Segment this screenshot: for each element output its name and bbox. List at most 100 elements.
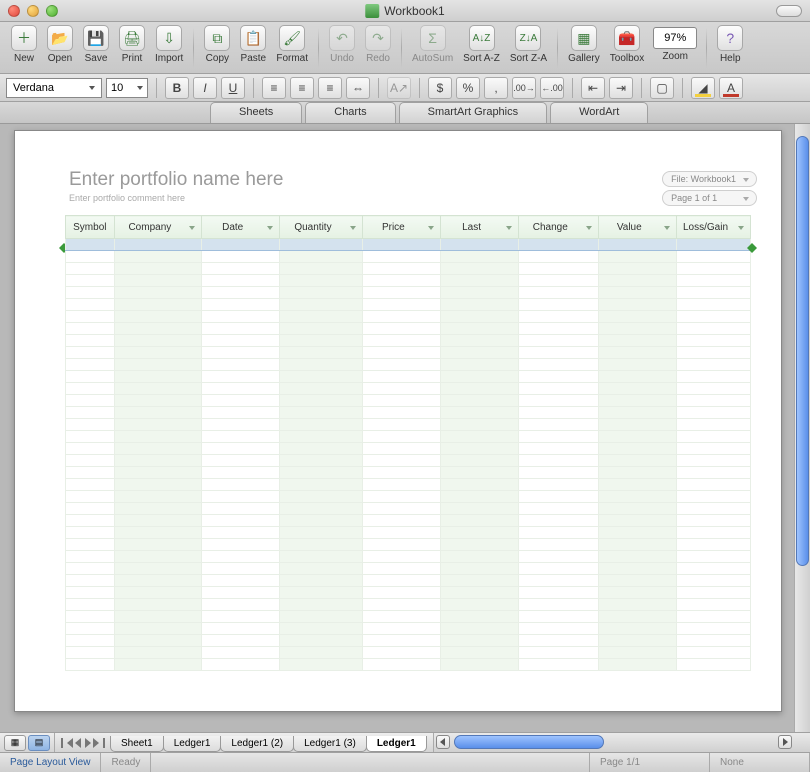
page-layout-view-button[interactable]: ▤ bbox=[28, 735, 50, 751]
cell[interactable] bbox=[441, 395, 519, 407]
copy-button[interactable]: ⧉Copy bbox=[199, 25, 235, 64]
align-center-button[interactable]: ≡ bbox=[290, 77, 314, 99]
toolbox-button[interactable]: 🧰Toolbox bbox=[605, 25, 649, 64]
table-row[interactable] bbox=[66, 479, 751, 491]
row-selection-handle-bottom[interactable] bbox=[747, 243, 757, 253]
cell[interactable] bbox=[677, 539, 751, 551]
cell[interactable] bbox=[280, 383, 362, 395]
cell[interactable] bbox=[362, 551, 440, 563]
cell[interactable] bbox=[598, 659, 677, 671]
cell[interactable] bbox=[66, 467, 115, 479]
cell[interactable] bbox=[441, 551, 519, 563]
cell[interactable] bbox=[280, 407, 362, 419]
cell[interactable] bbox=[202, 587, 280, 599]
cell[interactable] bbox=[519, 431, 598, 443]
table-row[interactable] bbox=[66, 347, 751, 359]
cell[interactable] bbox=[441, 503, 519, 515]
cell[interactable] bbox=[519, 551, 598, 563]
cell[interactable] bbox=[519, 539, 598, 551]
sheet-tab[interactable]: Ledger1 bbox=[366, 736, 427, 752]
cell[interactable] bbox=[114, 599, 201, 611]
cell[interactable] bbox=[598, 503, 677, 515]
cell[interactable] bbox=[441, 323, 519, 335]
table-row[interactable] bbox=[66, 311, 751, 323]
increase-indent-button[interactable]: ⇥ bbox=[609, 77, 633, 99]
cell[interactable] bbox=[519, 239, 598, 251]
cell[interactable] bbox=[519, 575, 598, 587]
sheet-tab[interactable]: Sheet1 bbox=[110, 736, 164, 752]
ribbon-tab-charts[interactable]: Charts bbox=[305, 102, 395, 123]
cell[interactable] bbox=[202, 503, 280, 515]
gallery-button[interactable]: ▦Gallery bbox=[563, 25, 605, 64]
cell[interactable] bbox=[519, 623, 598, 635]
cell[interactable] bbox=[519, 251, 598, 263]
cell[interactable] bbox=[519, 635, 598, 647]
cell[interactable] bbox=[441, 611, 519, 623]
cell[interactable] bbox=[66, 587, 115, 599]
cell[interactable] bbox=[598, 611, 677, 623]
cell[interactable] bbox=[362, 263, 440, 275]
cell[interactable] bbox=[677, 383, 751, 395]
cell[interactable] bbox=[202, 383, 280, 395]
cell[interactable] bbox=[677, 503, 751, 515]
cell[interactable] bbox=[519, 407, 598, 419]
cell[interactable] bbox=[677, 527, 751, 539]
cell[interactable] bbox=[114, 563, 201, 575]
cell[interactable] bbox=[66, 275, 115, 287]
cell[interactable] bbox=[441, 527, 519, 539]
table-row[interactable] bbox=[66, 239, 751, 251]
cell[interactable] bbox=[677, 359, 751, 371]
cell[interactable] bbox=[66, 347, 115, 359]
cell[interactable] bbox=[202, 491, 280, 503]
cell[interactable] bbox=[280, 431, 362, 443]
cell[interactable] bbox=[362, 659, 440, 671]
cell[interactable] bbox=[202, 623, 280, 635]
cell[interactable] bbox=[66, 515, 115, 527]
cell[interactable] bbox=[362, 419, 440, 431]
table-row[interactable] bbox=[66, 515, 751, 527]
table-row[interactable] bbox=[66, 551, 751, 563]
cell[interactable] bbox=[114, 551, 201, 563]
cell[interactable] bbox=[66, 479, 115, 491]
table-row[interactable] bbox=[66, 275, 751, 287]
cell[interactable] bbox=[66, 419, 115, 431]
cell[interactable] bbox=[598, 395, 677, 407]
table-row[interactable] bbox=[66, 251, 751, 263]
cell[interactable] bbox=[362, 515, 440, 527]
text-direction-button[interactable]: A↗ bbox=[387, 77, 411, 99]
file-pill[interactable]: File: Workbook1 bbox=[662, 171, 757, 187]
cell[interactable] bbox=[598, 467, 677, 479]
cell[interactable] bbox=[362, 371, 440, 383]
cell[interactable] bbox=[362, 311, 440, 323]
cell[interactable] bbox=[114, 323, 201, 335]
cell[interactable] bbox=[441, 647, 519, 659]
cell[interactable] bbox=[362, 479, 440, 491]
cell[interactable] bbox=[677, 443, 751, 455]
cell[interactable] bbox=[66, 251, 115, 263]
cell[interactable] bbox=[280, 635, 362, 647]
cell[interactable] bbox=[677, 335, 751, 347]
cell[interactable] bbox=[280, 323, 362, 335]
cell[interactable] bbox=[280, 299, 362, 311]
cell[interactable] bbox=[362, 287, 440, 299]
cell[interactable] bbox=[677, 263, 751, 275]
sheet-tab[interactable]: Ledger1 (2) bbox=[220, 736, 294, 752]
cell[interactable] bbox=[441, 287, 519, 299]
cell[interactable] bbox=[677, 275, 751, 287]
ribbon-tab-wordart[interactable]: WordArt bbox=[550, 102, 648, 123]
cell[interactable] bbox=[441, 263, 519, 275]
cell[interactable] bbox=[598, 371, 677, 383]
open-button[interactable]: 📂Open bbox=[42, 25, 78, 64]
cell[interactable] bbox=[441, 587, 519, 599]
fill-color-button[interactable]: ◢ bbox=[691, 77, 715, 99]
cell[interactable] bbox=[66, 635, 115, 647]
previous-sheet-button[interactable] bbox=[75, 738, 81, 748]
cell[interactable] bbox=[114, 575, 201, 587]
cell[interactable] bbox=[66, 503, 115, 515]
sort-descending-button[interactable]: Z↓ASort Z-A bbox=[505, 25, 552, 64]
cell[interactable] bbox=[598, 263, 677, 275]
view-mode-label[interactable]: Page Layout View bbox=[0, 753, 101, 772]
table-row[interactable] bbox=[66, 587, 751, 599]
table-row[interactable] bbox=[66, 611, 751, 623]
cell[interactable] bbox=[202, 443, 280, 455]
